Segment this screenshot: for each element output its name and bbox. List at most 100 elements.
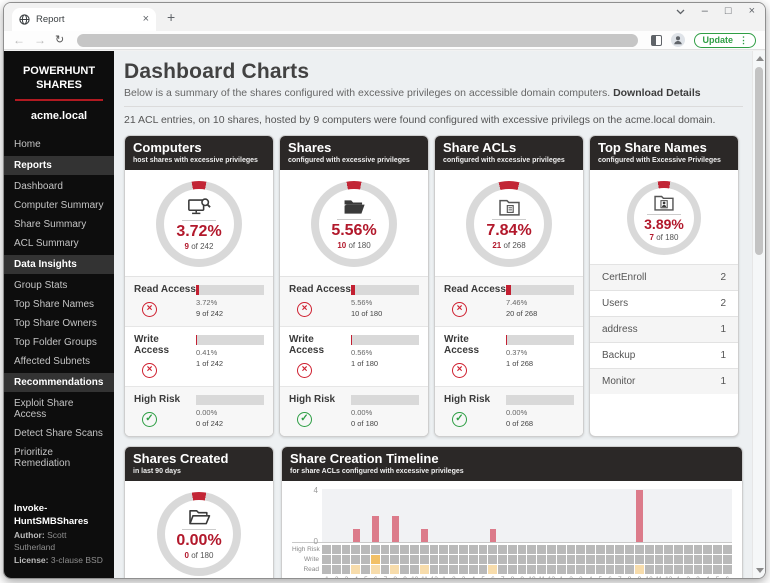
scrollbar-thumb[interactable] [755, 67, 763, 255]
month-label: 3 [693, 576, 703, 578]
profile-avatar[interactable] [671, 33, 685, 47]
sidebar-item-dashboard[interactable]: Dashboard [4, 177, 114, 196]
sidebar-item-share-summary[interactable]: Share Summary [4, 215, 114, 234]
sidebar-item-group-stats[interactable]: Group Stats [4, 276, 114, 295]
share-count: 1 [720, 350, 726, 361]
vertical-scrollbar[interactable] [752, 51, 765, 578]
kebab-menu-icon[interactable]: ⋮ [739, 36, 748, 45]
sidebar-item-affected-subnets[interactable]: Affected Subnets [4, 352, 114, 371]
heatmap-cell [615, 555, 624, 564]
sidebar-item-exploit-share-access[interactable]: Exploit Share Access [4, 394, 114, 424]
share-count: 2 [720, 298, 726, 309]
scroll-up-icon[interactable] [756, 56, 764, 61]
sidebar-item-top-share-owners[interactable]: Top Share Owners [4, 314, 114, 333]
folder-new-icon [188, 508, 211, 526]
stat-percent: 5.56% [351, 298, 419, 307]
donut-chart: 3.89%7 of 180 [627, 181, 701, 255]
close-button[interactable]: × [749, 6, 755, 17]
card-subtitle: configured with Excessive Privileges [598, 157, 730, 164]
stat-count: 0 of 180 [351, 419, 419, 428]
heatmap-cell [684, 545, 693, 554]
shares-created-card: Shares Createdin last 90 days0.00%0 of 1… [124, 446, 274, 578]
heatmap-cell [723, 565, 732, 574]
heatmap-cell [655, 545, 664, 554]
heatmap-cell [342, 545, 351, 554]
sidebar-item-acl-summary[interactable]: ACL Summary [4, 234, 114, 253]
heatmap-cell [479, 565, 488, 574]
maximize-button[interactable]: □ [725, 6, 732, 17]
sidebar-item-prioritize-remediation[interactable]: Prioritize Remediation [4, 443, 114, 473]
heatmap-cell [655, 565, 664, 574]
stat-row-high-risk: High Risk✓0.00%0 of 242 [125, 386, 273, 436]
stat-rows: Read Access×3.72%9 of 242Write Access×0.… [125, 276, 273, 436]
side-panel-icon[interactable] [651, 35, 662, 46]
page-subtitle: Below is a summary of the shares configu… [124, 87, 743, 99]
month-label: 3 [342, 576, 352, 578]
download-details-link[interactable]: Download Details [613, 87, 701, 99]
month-label: 1 [322, 576, 332, 578]
stat-row-write-access: Write Access×0.56%1 of 180 [280, 326, 428, 386]
share-name-list: CertEnroll2Users2address1Backup1Monitor1 [590, 264, 738, 436]
sidebar-item-detect-share-scans[interactable]: Detect Share Scans [4, 424, 114, 443]
minimize-button[interactable]: – [702, 6, 708, 17]
heatmap-cell [459, 565, 468, 574]
card-header: Shares Createdin last 90 days [125, 447, 273, 481]
author-line: Author: Scott Sutherland [14, 529, 104, 554]
stat-count: 1 of 268 [506, 359, 574, 368]
card-header: Computershost shares with excessive priv… [125, 136, 273, 170]
donut-count: 7 of 180 [650, 233, 679, 242]
share-name: Monitor [602, 376, 635, 387]
stat-label: High Risk [134, 394, 196, 405]
donut-wrap: 0.00%0 of 180 [125, 481, 273, 578]
timeline-bar [392, 516, 399, 542]
stat-count: 9 of 242 [196, 309, 264, 318]
timeline-bar [490, 529, 497, 542]
heatmap-cell [723, 555, 732, 564]
heatmap-cell [606, 545, 615, 554]
month-label: 4 [586, 576, 596, 578]
update-button[interactable]: Update ⋮ [694, 33, 756, 48]
sidebar-item-computer-summary[interactable]: Computer Summary [4, 196, 114, 215]
heatmap-cell [332, 545, 341, 554]
back-icon[interactable]: ← [13, 34, 25, 46]
tab-close-icon[interactable]: × [143, 14, 149, 25]
sidebar-item-top-share-names[interactable]: Top Share Names [4, 295, 114, 314]
folder-acl-icon [498, 198, 521, 216]
heatmap-cell [684, 565, 693, 574]
card-title: Shares Created [133, 452, 265, 467]
heatmap-cell [400, 545, 409, 554]
fail-x-icon: × [142, 363, 157, 378]
update-label: Update [702, 35, 733, 45]
stat-label: High Risk [444, 394, 506, 405]
folder-open-icon [343, 198, 366, 216]
donut-chart: 5.56%10 of 180 [311, 181, 397, 267]
month-label: 8 [508, 576, 518, 578]
scroll-down-icon[interactable] [756, 568, 764, 573]
month-label: 3 [576, 576, 586, 578]
heatmap-cell [713, 545, 722, 554]
forward-icon[interactable]: → [34, 34, 46, 46]
progress-bar [351, 285, 419, 295]
heatmap-cell [430, 545, 439, 554]
card-subtitle: for share ACLs configured with excessive… [290, 468, 734, 475]
month-label: 1 [439, 576, 449, 578]
stat-percent: 7.46% [506, 298, 574, 307]
month-label: 9 [635, 576, 645, 578]
timeline-bar [636, 490, 643, 542]
heatmap-cell [332, 565, 341, 574]
top-share-names-card: Top Share Namesconfigured with Excessive… [589, 135, 739, 437]
month-label: 2 [683, 576, 693, 578]
sidebar-item-home[interactable]: Home [4, 135, 114, 154]
reload-icon[interactable]: ↻ [55, 35, 64, 46]
month-label: 2 [566, 576, 576, 578]
month-label: 5 [595, 576, 605, 578]
address-bar[interactable] [77, 34, 638, 47]
stat-label: Read Access [289, 284, 351, 295]
browser-tab-report[interactable]: Report × [12, 8, 156, 31]
sidebar-item-top-folder-groups[interactable]: Top Folder Groups [4, 333, 114, 352]
new-tab-button[interactable]: + [167, 10, 175, 24]
stat-percent: 0.00% [196, 408, 264, 417]
heatmap-cell [381, 565, 390, 574]
heatmap-cell [635, 545, 644, 554]
chevron-down-icon[interactable] [676, 9, 685, 15]
